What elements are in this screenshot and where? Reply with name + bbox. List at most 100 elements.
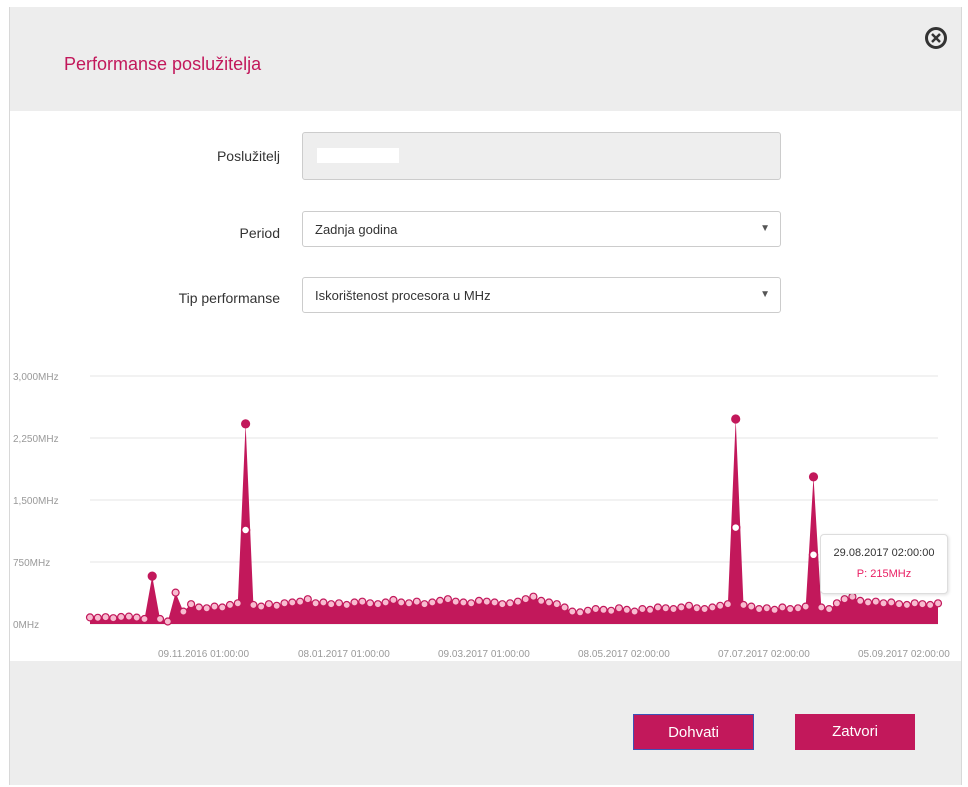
data-point[interactable] [233,599,242,608]
data-point[interactable] [194,603,203,612]
data-point[interactable] [85,613,95,622]
data-point[interactable] [599,605,608,614]
data-point[interactable] [926,600,935,610]
data-point[interactable] [747,602,756,611]
data-point[interactable] [793,604,803,613]
data-point[interactable] [319,598,328,607]
data-point[interactable] [723,600,733,609]
data-point[interactable] [840,595,849,604]
data-point[interactable] [334,599,344,608]
data-point[interactable] [614,604,624,613]
data-point[interactable] [529,592,538,601]
data-point[interactable] [607,606,616,615]
data-point[interactable] [544,598,554,607]
data-point[interactable] [179,607,188,616]
data-point[interactable] [412,597,421,606]
data-point[interactable] [677,603,686,612]
data-point[interactable] [684,601,694,610]
data-point[interactable] [653,603,663,612]
data-point[interactable] [817,603,826,612]
data-point[interactable] [264,600,273,609]
data-point[interactable] [808,472,819,482]
data-point[interactable] [187,600,196,609]
data-point[interactable] [918,600,927,609]
data-point[interactable] [887,598,896,607]
fetch-button[interactable]: Dohvati [633,714,754,750]
data-point[interactable] [513,597,522,606]
data-point[interactable] [132,613,141,622]
data-point[interactable] [902,600,912,610]
data-point[interactable] [272,601,281,610]
data-point[interactable] [155,614,165,624]
data-point[interactable] [552,600,561,609]
data-point[interactable] [933,599,943,608]
data-point[interactable] [786,605,795,614]
period-select[interactable]: Zadnja godina ▼ [302,211,781,247]
data-point[interactable] [210,602,219,611]
data-point[interactable] [140,614,149,624]
data-point[interactable] [257,602,266,611]
data-point[interactable] [397,598,406,607]
data-point[interactable] [498,600,507,609]
data-point[interactable] [575,608,585,617]
data-point[interactable] [366,599,375,608]
data-point[interactable] [583,606,593,615]
data-point[interactable] [762,604,771,613]
data-point[interactable] [296,597,305,606]
data-point[interactable] [871,597,880,606]
data-point[interactable] [202,604,211,613]
data-point[interactable] [311,599,320,608]
data-point[interactable] [280,599,289,608]
data-point[interactable] [288,598,297,607]
data-point[interactable] [490,598,499,607]
data-point[interactable] [459,598,468,607]
data-point[interactable] [894,600,904,609]
data-point[interactable] [147,571,157,581]
data-point[interactable] [661,604,670,613]
data-point[interactable] [436,596,445,605]
data-point[interactable] [443,595,452,604]
close-button[interactable]: Zatvori [795,714,915,750]
data-point[interactable] [692,604,701,613]
data-point[interactable] [163,617,172,626]
data-point[interactable] [856,596,865,605]
data-point[interactable] [863,598,873,607]
data-point[interactable] [801,602,810,611]
data-point[interactable] [848,592,857,601]
data-point[interactable] [373,600,382,609]
data-point[interactable] [521,595,530,604]
data-point[interactable] [630,607,639,616]
data-point[interactable] [568,607,577,616]
data-point[interactable] [716,601,725,610]
data-point[interactable] [482,597,491,606]
data-point[interactable] [101,613,110,622]
data-point[interactable] [249,600,258,610]
data-point[interactable] [622,605,631,614]
data-point[interactable] [754,605,764,614]
data-point[interactable] [506,599,515,608]
data-point[interactable] [451,597,460,606]
data-point[interactable] [824,605,834,614]
data-point[interactable] [832,599,842,608]
data-point[interactable] [638,605,647,614]
data-point[interactable] [910,599,919,608]
data-point[interactable] [225,600,235,610]
data-point[interactable] [770,605,779,614]
data-point[interactable] [420,600,429,609]
data-point[interactable] [428,598,437,607]
data-point[interactable] [778,603,787,612]
data-point[interactable] [381,598,390,607]
data-point[interactable] [327,600,336,609]
data-point[interactable] [731,414,741,424]
close-icon[interactable] [925,27,947,49]
data-point[interactable] [303,595,312,604]
data-point[interactable] [358,597,367,606]
data-point[interactable] [116,612,126,622]
data-point[interactable] [537,596,546,605]
data-point[interactable] [218,603,227,612]
data-point[interactable] [93,613,102,622]
data-point[interactable] [241,419,251,429]
data-point[interactable] [342,600,351,610]
data-point[interactable] [124,612,134,621]
data-point[interactable] [879,599,888,608]
